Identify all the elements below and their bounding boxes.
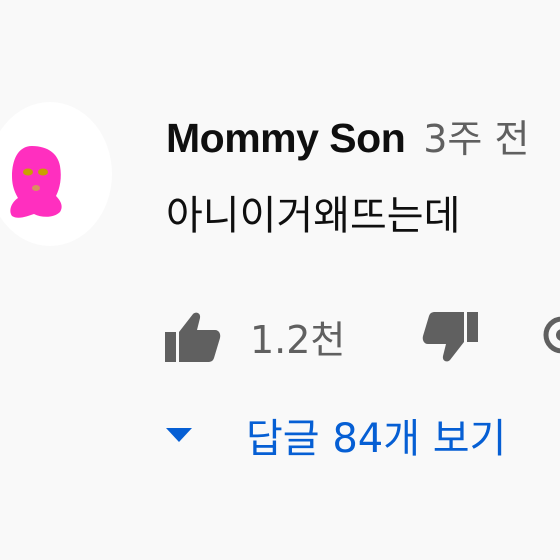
- reply-button[interactable]: [540, 310, 560, 360]
- avatar[interactable]: [0, 102, 112, 246]
- reply-icon: [543, 316, 560, 354]
- dislike-button[interactable]: [420, 310, 480, 364]
- comment-timestamp[interactable]: 3주 전: [423, 108, 529, 163]
- thumbs-up-icon: [165, 312, 221, 362]
- thumbs-down-icon: [422, 312, 478, 362]
- like-button[interactable]: [163, 310, 223, 364]
- comment-text: 아니이거왜뜨는데: [166, 193, 461, 239]
- comment-actions: 1.2천: [0, 300, 560, 370]
- pink-balaclava-icon: [10, 146, 62, 218]
- comment-header: Mommy Son 3주 전: [166, 108, 529, 163]
- author-name[interactable]: Mommy Son: [166, 115, 406, 162]
- like-count: 1.2천: [250, 318, 346, 362]
- view-replies-button[interactable]: 답글 84개 보기: [164, 400, 506, 470]
- view-replies-label: 답글 84개 보기: [246, 416, 507, 462]
- caret-down-icon: [166, 428, 192, 442]
